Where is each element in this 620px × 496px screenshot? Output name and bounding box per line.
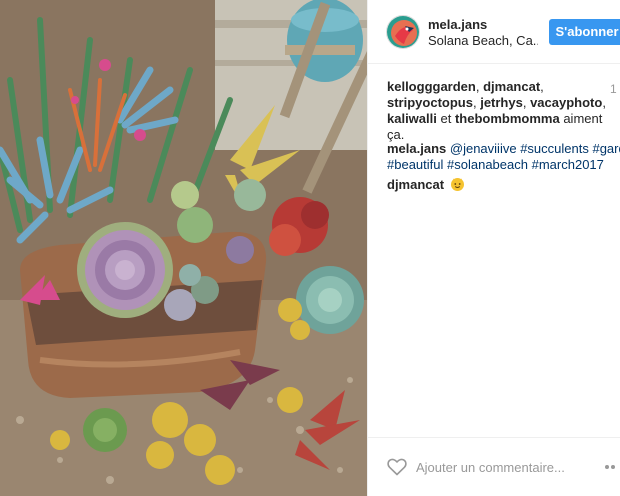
follow-button[interactable]: S'abonner	[549, 19, 620, 45]
comment-username[interactable]: djmancat	[387, 177, 444, 192]
post-header: mela.jans Solana Beach, Ca... S'abonner	[368, 0, 620, 64]
header-username[interactable]: mela.jans	[428, 17, 487, 32]
parrot-avatar-icon	[387, 16, 419, 48]
add-comment-input[interactable]	[416, 457, 576, 477]
like-username[interactable]: jetrhys	[480, 95, 523, 110]
like-username[interactable]: djmancat	[483, 79, 540, 94]
like-username[interactable]: kaliwalli	[387, 111, 437, 126]
comment-item: djmancat	[387, 177, 464, 193]
caption-hashtag[interactable]: #solanabeach	[447, 157, 528, 172]
likes-connector: et	[440, 111, 452, 126]
cat-face-emoji-icon	[450, 178, 464, 191]
post-photo[interactable]	[0, 0, 367, 496]
header-location[interactable]: Solana Beach, Ca...	[428, 33, 538, 48]
post-side-panel: mela.jans Solana Beach, Ca... S'abonner …	[367, 0, 620, 496]
caption-mention[interactable]: @jenaviiive	[450, 141, 517, 156]
heart-icon[interactable]	[387, 458, 407, 476]
avatar[interactable]	[386, 15, 420, 49]
caption-hashtag[interactable]: #garden	[592, 141, 620, 156]
post-footer	[368, 437, 620, 496]
like-username[interactable]: vacayphoto	[530, 95, 602, 110]
like-username[interactable]: thebombmomma	[455, 111, 560, 126]
caption-hashtag[interactable]: #beautiful	[387, 157, 443, 172]
likes-text: kellogggarden, djmancat, stripyoctopus, …	[387, 79, 606, 142]
like-username[interactable]: kellogggarden	[387, 79, 476, 94]
like-username[interactable]: stripyoctopus	[387, 95, 473, 110]
succulent-garden-photo	[0, 0, 367, 496]
caption-hashtag[interactable]: #succulents	[520, 141, 589, 156]
caption-username[interactable]: mela.jans	[387, 141, 446, 156]
post-caption: mela.jans @jenaviiive #succulents #garde…	[387, 141, 620, 173]
more-options-icon[interactable]	[605, 465, 620, 471]
caption-hashtag[interactable]: #march2017	[532, 157, 604, 172]
post-timestamp[interactable]: 1 h	[610, 82, 620, 96]
